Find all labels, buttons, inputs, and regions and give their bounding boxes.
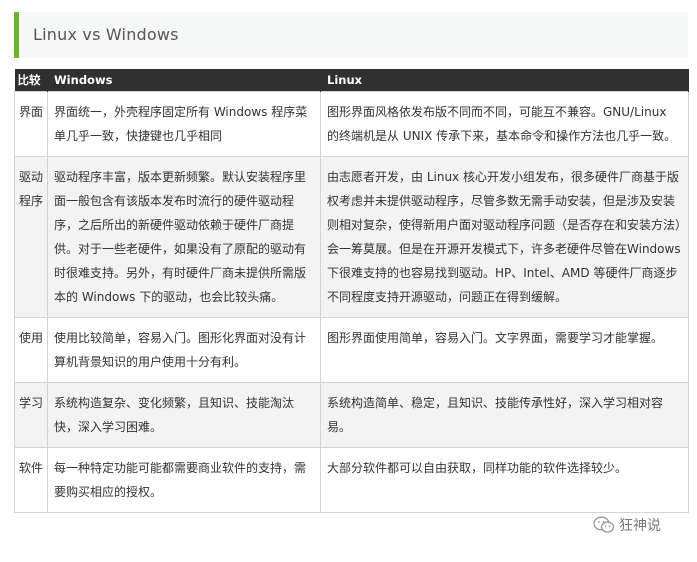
windows-cell: 系统构造复杂、变化频繁，且知识、技能淘汰快，深入学习困难。 — [47, 382, 321, 448]
linux-cell: 由志愿者开发，由 Linux 核心开发小组发布，很多硬件厂商基于版权考虑并未提供… — [320, 156, 689, 318]
watermark-text: 狂神说 — [619, 518, 661, 534]
table-row: 界面 界面统一，外壳程序固定所有 Windows 程序菜单几乎一致，快捷键也几乎… — [14, 91, 689, 157]
header-linux: Linux — [320, 69, 689, 92]
table-row: 使用 使用比较简单，容易入门。图形化界面对没有计算机背景知识的用户使用十分有利。… — [14, 317, 689, 383]
table-row: 学习 系统构造复杂、变化频繁，且知识、技能淘汰快，深入学习困难。 系统构造简单、… — [14, 382, 689, 448]
row-aspect-cell: 界面 — [14, 91, 48, 157]
table-header-row: 比较 Windows Linux — [14, 69, 689, 92]
windows-cell: 每一种特定功能可能都需要商业软件的支持，需要购买相应的授权。 — [47, 447, 321, 513]
table-row: 软件 每一种特定功能可能都需要商业软件的支持，需要购买相应的授权。 大部分软件都… — [14, 447, 689, 513]
page: Linux vs Windows 比较 Windows Linux 界面 界面统… — [0, 0, 697, 562]
table-row: 驱动程序 驱动程序丰富，版本更新频繁。默认安装程序里面一般包含有该版本发布时流行… — [14, 156, 689, 318]
windows-cell: 驱动程序丰富，版本更新频繁。默认安装程序里面一般包含有该版本发布时流行的硬件驱动… — [47, 156, 321, 318]
windows-cell: 界面统一，外壳程序固定所有 Windows 程序菜单几乎一致，快捷键也几乎相同 — [47, 91, 321, 157]
section-title-bar: Linux vs Windows — [14, 12, 688, 58]
wechat-icon — [593, 516, 615, 534]
row-aspect-cell: 驱动程序 — [14, 156, 48, 318]
row-aspect-cell: 学习 — [14, 382, 48, 448]
header-windows: Windows — [47, 69, 321, 92]
linux-cell: 图形界面风格依发布版不同而不同，可能互不兼容。GNU/Linux 的终端机是从 … — [320, 91, 689, 157]
linux-cell: 大部分软件都可以自由获取，同样功能的软件选择较少。 — [320, 447, 689, 513]
row-aspect-cell: 软件 — [14, 447, 48, 513]
header-aspect: 比较 — [14, 69, 48, 92]
linux-cell: 系统构造简单、稳定，且知识、技能传承性好，深入学习相对容易。 — [320, 382, 689, 448]
linux-cell: 图形界面使用简单，容易入门。文字界面，需要学习才能掌握。 — [320, 317, 689, 383]
comparison-table: 比较 Windows Linux 界面 界面统一，外壳程序固定所有 Window… — [14, 69, 689, 513]
windows-cell: 使用比较简单，容易入门。图形化界面对没有计算机背景知识的用户使用十分有利。 — [47, 317, 321, 383]
watermark: 狂神说 — [593, 515, 661, 535]
row-aspect-cell: 使用 — [14, 317, 48, 383]
section-title: Linux vs Windows — [33, 25, 179, 44]
